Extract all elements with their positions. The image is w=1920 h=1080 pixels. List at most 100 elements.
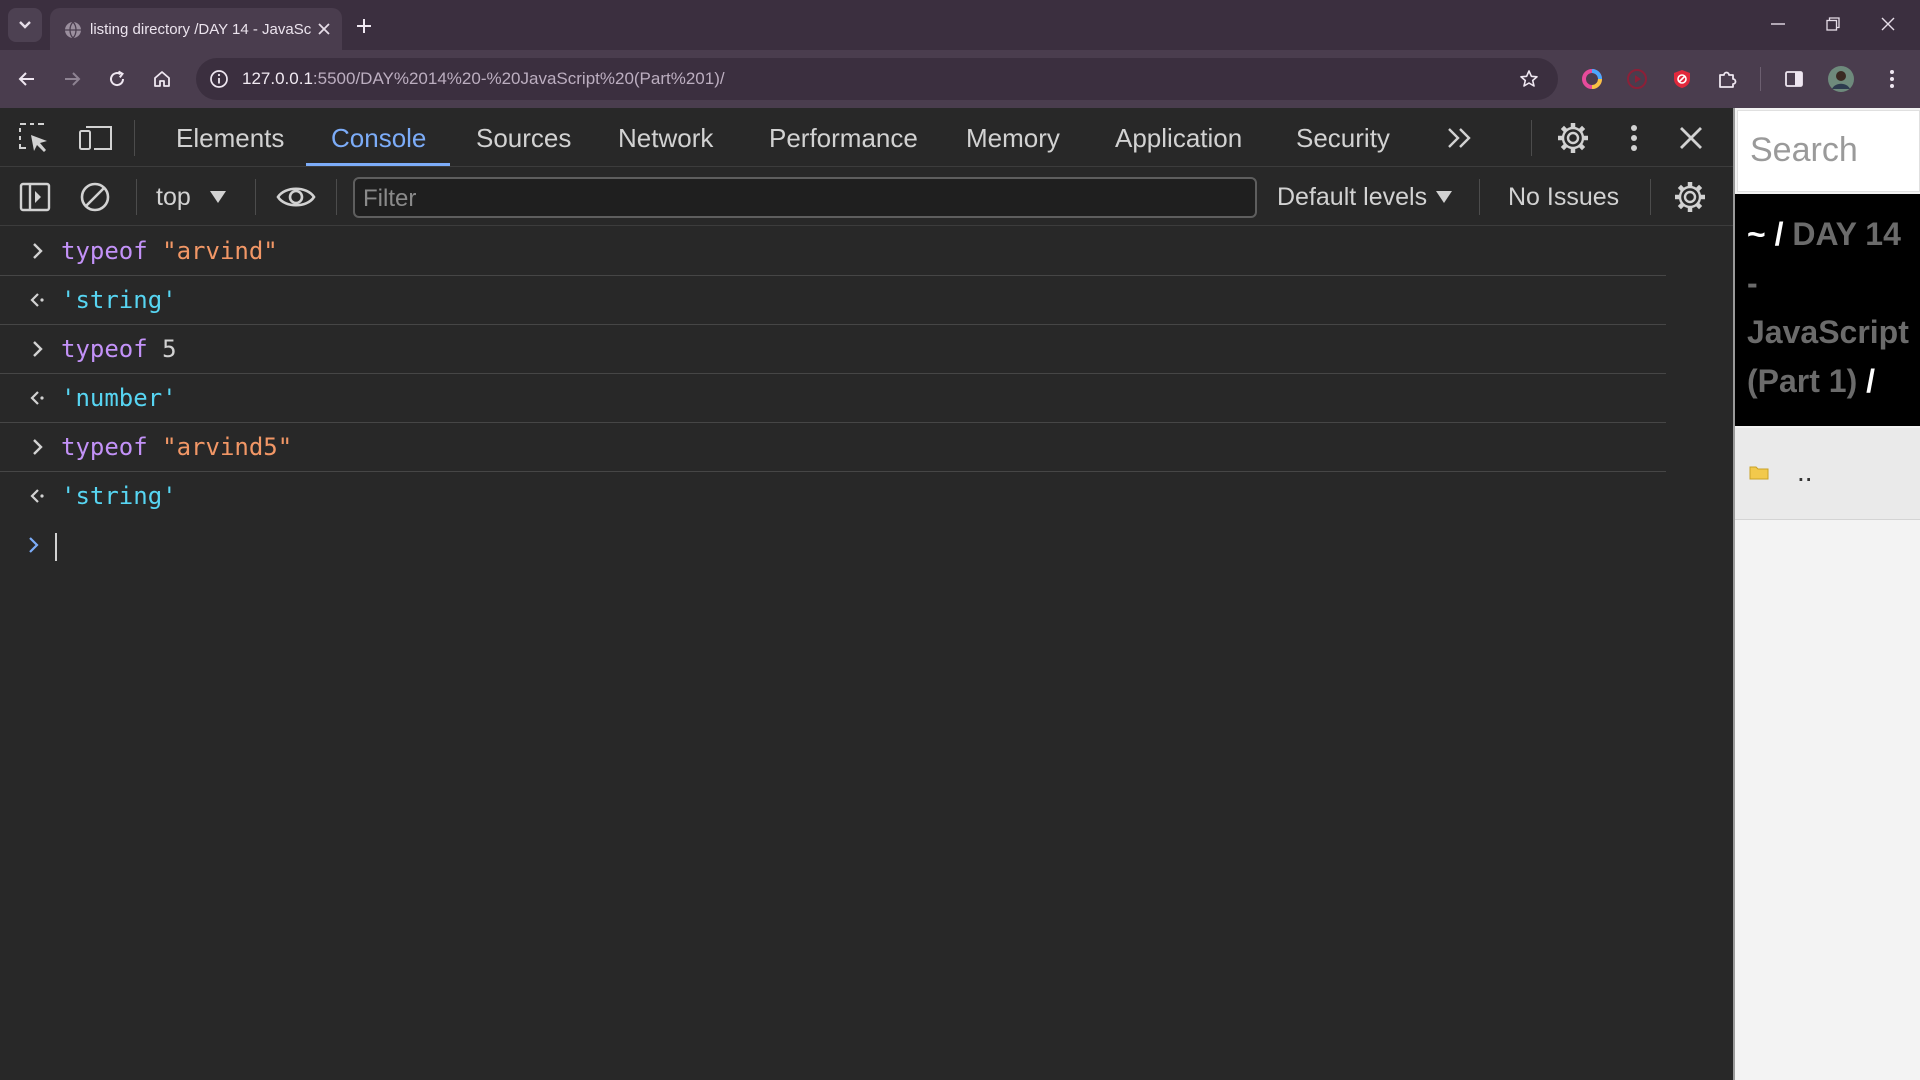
folder-icon: [1749, 464, 1769, 480]
console-input-row[interactable]: typeof "arvind": [0, 227, 1666, 276]
plus-icon: [357, 19, 371, 33]
tab-application[interactable]: Application: [1115, 108, 1242, 167]
close-window-button[interactable]: [1860, 0, 1916, 48]
console-input-row[interactable]: typeof 5: [0, 325, 1666, 374]
page-search-box[interactable]: Search: [1737, 110, 1920, 192]
reload-button[interactable]: [101, 63, 133, 95]
toolbar-divider: [1760, 67, 1761, 91]
caret-down-icon: [1436, 191, 1453, 203]
text-caret: [55, 533, 57, 561]
more-vertical-icon: [1631, 125, 1637, 151]
tab-title: listing directory /DAY 14 - JavaScript (…: [90, 21, 312, 38]
code-number: 5: [162, 335, 177, 363]
console-settings-button[interactable]: [1668, 175, 1712, 219]
console-code: typeof "arvind5": [61, 423, 292, 472]
reload-icon: [110, 70, 125, 87]
console-toolbar: top Filter Default levels No Issues: [0, 167, 1733, 226]
log-levels-label: Default levels: [1277, 182, 1428, 211]
tab-elements[interactable]: Elements: [176, 108, 284, 167]
clear-console-button[interactable]: [73, 175, 117, 219]
console-code: typeof "arvind": [61, 227, 278, 276]
toolbar-divider: [255, 179, 256, 215]
prompt-chevron-icon: [29, 537, 39, 553]
context-select[interactable]: top: [156, 177, 227, 217]
breadcrumb-home[interactable]: ~: [1747, 216, 1766, 252]
toolbar-divider: [1479, 179, 1480, 215]
console-input-row[interactable]: typeof "arvind5": [0, 423, 1666, 472]
extension-record-button[interactable]: [1621, 63, 1653, 95]
tab-memory[interactable]: Memory: [966, 108, 1060, 167]
new-tab-button[interactable]: [350, 12, 378, 40]
live-expression-button[interactable]: [274, 175, 318, 219]
chevron-right-icon: [33, 439, 43, 455]
tab-sources[interactable]: Sources: [476, 108, 571, 167]
console-output-row[interactable]: 'string': [0, 276, 1666, 325]
globe-icon: [64, 21, 82, 39]
back-button[interactable]: [11, 63, 43, 95]
url-host: 127.0.0.1: [242, 69, 313, 88]
blocker-icon: [1674, 70, 1690, 88]
device-icon: [79, 126, 112, 150]
console-prompt[interactable]: [0, 521, 1733, 570]
close-tab-icon[interactable]: [314, 19, 334, 39]
code-keyword: typeof: [61, 335, 148, 363]
more-tabs-button[interactable]: [1438, 116, 1482, 160]
breadcrumb-separator: /: [1866, 363, 1876, 399]
return-arrow-icon: [30, 489, 44, 503]
restore-button[interactable]: [1805, 0, 1861, 48]
home-button[interactable]: [146, 63, 178, 95]
close-devtools-button[interactable]: [1669, 116, 1713, 160]
profile-avatar[interactable]: [1825, 63, 1857, 95]
tab-network[interactable]: Network: [618, 108, 713, 167]
tab-security[interactable]: Security: [1296, 108, 1390, 167]
sidebar-icon: [19, 182, 51, 212]
inspect-icon: [19, 123, 47, 152]
extension-color-button[interactable]: [1576, 63, 1608, 95]
filter-box[interactable]: Filter: [353, 177, 1257, 218]
side-panel-button[interactable]: [1778, 63, 1810, 95]
console-result: 'string': [61, 482, 177, 510]
url-path: :5500/DAY%2014%20-%20JavaScript%20(Part%…: [312, 69, 725, 88]
tab-search-button[interactable]: [8, 8, 42, 42]
arrow-left-icon: [18, 72, 34, 86]
console-output-row[interactable]: 'string': [0, 472, 1666, 521]
device-toolbar-button[interactable]: [74, 116, 118, 160]
issues-counter[interactable]: No Issues: [1508, 177, 1619, 217]
devtools-menu-button[interactable]: [1612, 116, 1656, 160]
filter-input[interactable]: Filter: [363, 185, 416, 213]
directory-header: ~ / DAY 14 - JavaScript (Part 1) /: [1735, 194, 1920, 426]
inspect-element-button[interactable]: [12, 116, 56, 160]
log-levels-dropdown[interactable]: Default levels: [1277, 177, 1453, 217]
browser-tab[interactable]: listing directory /DAY 14 - JavaScript (…: [50, 8, 342, 50]
code-keyword: typeof: [61, 433, 148, 461]
breadcrumb-folder[interactable]: DAY 14 - JavaScript (Part 1): [1747, 216, 1909, 399]
toggle-sidebar-button[interactable]: [13, 175, 57, 219]
gear-icon: [1558, 123, 1588, 153]
devtools-settings-button[interactable]: [1551, 116, 1595, 160]
chevron-down-icon: [19, 21, 31, 29]
tab-console[interactable]: Console: [331, 108, 426, 167]
address-bar[interactable]: 127.0.0.1:5500/DAY%2014%20-%20JavaScript…: [196, 58, 1558, 100]
side-panel-icon: [1785, 71, 1803, 87]
extension-blocker-button[interactable]: [1666, 63, 1698, 95]
minimize-button[interactable]: [1750, 0, 1806, 48]
active-tab-indicator: [306, 163, 450, 166]
page-search-input[interactable]: Search: [1750, 131, 1858, 170]
site-info-button[interactable]: [204, 64, 234, 94]
forward-button[interactable]: [56, 63, 88, 95]
toolbar-divider: [1650, 179, 1651, 215]
file-list-item[interactable]: ..: [1735, 428, 1920, 520]
console-output-row[interactable]: 'number': [0, 374, 1666, 423]
more-vertical-icon: [1890, 70, 1894, 88]
file-name: ..: [1797, 456, 1813, 487]
devtools-tab-bar: Elements Console Sources Network Perform…: [0, 108, 1733, 167]
browser-toolbar: 127.0.0.1:5500/DAY%2014%20-%20JavaScript…: [0, 50, 1920, 108]
extensions-button[interactable]: [1711, 63, 1743, 95]
browser-menu-button[interactable]: [1876, 63, 1908, 95]
bookmark-button[interactable]: [1516, 66, 1542, 92]
url-text[interactable]: 127.0.0.1:5500/DAY%2014%20-%20JavaScript…: [242, 69, 725, 89]
double-chevron-right-icon: [1448, 128, 1471, 148]
tab-performance[interactable]: Performance: [769, 108, 918, 167]
close-icon: [1680, 127, 1702, 149]
record-icon: [1627, 69, 1647, 89]
